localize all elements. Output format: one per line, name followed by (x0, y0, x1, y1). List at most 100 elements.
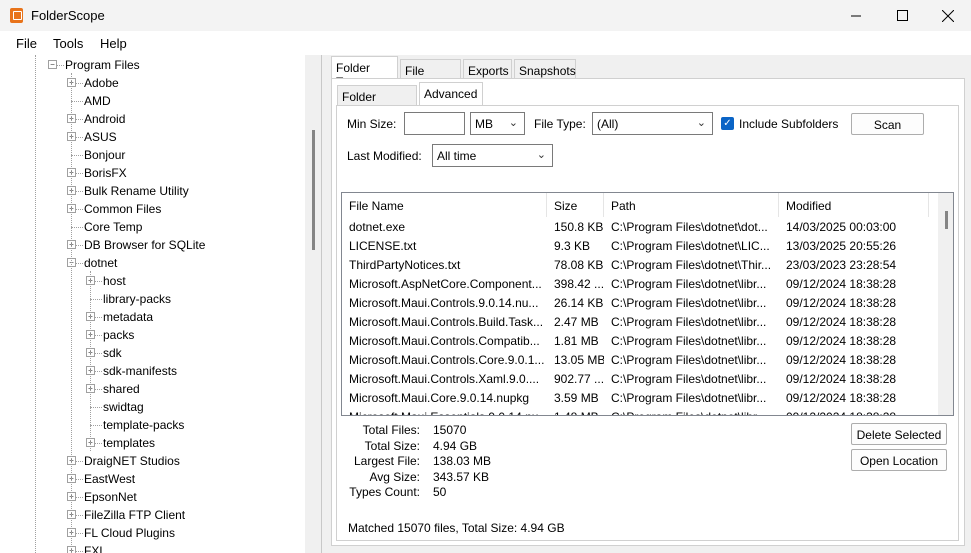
chevron-down-icon: ⌄ (536, 149, 546, 161)
tree-node-label: AMD (84, 94, 111, 108)
include-subfolders-label[interactable]: Include Subfolders (739, 117, 838, 131)
table-row[interactable]: Microsoft.Maui.Controls.Xaml.9.0.... 902.… (342, 370, 937, 389)
close-button[interactable] (925, 0, 971, 31)
folder-tree[interactable]: − Program Files + Adobe AMD + Android + ASUS Bonj… (0, 55, 322, 553)
table-row[interactable]: Microsoft.Maui.Controls.Build.Task... 2.4… (342, 313, 937, 332)
tree-node-label: Core Temp (84, 220, 143, 234)
stat-label: Avg Size: (369, 469, 420, 484)
tree-node[interactable]: + host (0, 272, 305, 290)
tree-node[interactable]: + FXL (0, 542, 305, 553)
table-row[interactable]: ThirdPartyNotices.txt 78.08 KB C:\Program … (342, 256, 937, 275)
tree-node[interactable]: + Bulk Rename Utility (0, 182, 305, 200)
tree-node-label: packs (103, 328, 135, 342)
file-type-select[interactable]: (All) ⌄ (592, 112, 713, 135)
tree-node-label: ASUS (84, 130, 117, 144)
chevron-down-icon: ⌄ (508, 117, 518, 129)
open-location-button[interactable]: Open Location (851, 449, 947, 471)
tree-node[interactable]: Bonjour (0, 146, 305, 164)
file-type-value: (All) (597, 117, 619, 131)
tree-node-label: BorisFX (84, 166, 127, 180)
cell-size: 1.48 MB (547, 410, 604, 415)
tree-node[interactable]: + DB Browser for SQLite (0, 236, 305, 254)
table-row[interactable]: Microsoft.Maui.Core.9.0.14.nupkg 3.59 MB C… (342, 389, 937, 408)
tree-node[interactable]: − dotnet (0, 254, 305, 272)
collapse-icon[interactable]: − (48, 60, 57, 69)
tab-folder-tree[interactable]: Folder Tree (331, 56, 398, 89)
tree-node[interactable]: − Program Files (0, 56, 305, 74)
last-modified-value: All time (437, 149, 477, 163)
column-header-file-name[interactable]: File Name (342, 193, 547, 217)
stat-label: Total Files: (362, 423, 420, 437)
tree-node-label: library-packs (103, 292, 172, 306)
stat-value: 138.03 MB (433, 454, 492, 468)
tree-scroll-thumb[interactable] (312, 130, 315, 250)
table-row[interactable]: Microsoft.Maui.Controls.Compatib... 1.81 … (342, 332, 937, 351)
tree-node[interactable]: + packs (0, 326, 305, 344)
min-size-input[interactable] (404, 112, 465, 135)
menu-file[interactable]: File (16, 36, 37, 51)
tree-node[interactable]: + DraigNET Studios (0, 452, 305, 470)
stat-value: 50 (433, 485, 447, 499)
grid-scroll-thumb[interactable] (945, 211, 948, 229)
chevron-down-icon: ⌄ (696, 117, 706, 129)
tree-node-label: Bonjour (84, 148, 126, 162)
tree-connector (90, 425, 102, 426)
tab-folder-details[interactable]: Folder Details (337, 85, 417, 118)
tree-node[interactable]: + Android (0, 110, 305, 128)
stat-label: Types Count: (349, 485, 420, 499)
tree-node[interactable]: AMD (0, 92, 305, 110)
tree-node[interactable]: + EastWest (0, 470, 305, 488)
table-row[interactable]: Microsoft.Maui.Controls.Core.9.0.1... 13.… (342, 351, 937, 370)
tree-node[interactable]: + BorisFX (0, 164, 305, 182)
stat-label: Largest File: (353, 454, 420, 468)
menu-bar: File Tools Help (0, 31, 971, 55)
tree-node[interactable]: + sdk (0, 344, 305, 362)
menu-help[interactable]: Help (100, 36, 127, 51)
tree-node[interactable]: + Adobe (0, 74, 305, 92)
tree-node[interactable]: + FileZilla FTP Client (0, 506, 305, 524)
minimize-button[interactable] (833, 0, 879, 31)
file-grid[interactable]: File Name Size Path Modified dotnet.exe 1… (341, 192, 954, 416)
tree-node[interactable]: library-packs (0, 290, 305, 308)
tree-node[interactable]: + metadata (0, 308, 305, 326)
stat-value: 4.94 GB (433, 438, 478, 453)
delete-selected-button[interactable]: Delete Selected (851, 423, 947, 445)
tree-node-label: EastWest (84, 472, 136, 486)
table-row[interactable]: Microsoft.Maui.Controls.9.0.14.nu... 26.1… (342, 294, 937, 313)
title-bar: FolderScope (0, 0, 971, 31)
tree-node-label: FL Cloud Plugins (84, 526, 175, 540)
tree-node-label: sdk (103, 346, 122, 360)
table-row[interactable]: Microsoft.AspNetCore.Component... 398.42 … (342, 275, 937, 294)
tree-node[interactable]: + FL Cloud Plugins (0, 524, 305, 542)
tree-node[interactable]: swidtag (0, 398, 305, 416)
maximize-button[interactable] (879, 0, 925, 31)
tree-node[interactable]: + Common Files (0, 200, 305, 218)
size-unit-value: MB (475, 117, 493, 131)
size-unit-select[interactable]: MB ⌄ (470, 112, 525, 135)
tree-node[interactable]: Core Temp (0, 218, 305, 236)
tree-node[interactable]: + ASUS (0, 128, 305, 146)
scan-button[interactable]: Scan (851, 113, 924, 135)
column-header-path[interactable]: Path (604, 193, 779, 217)
tree-node[interactable]: template-packs (0, 416, 305, 434)
tree-node[interactable]: + EpsonNet (0, 488, 305, 506)
tree-connector (71, 101, 83, 102)
table-row[interactable]: Microsoft.Maui.Essentials.9.0.14.nu...1.… (342, 408, 937, 415)
tree-node-label: template-packs (103, 418, 185, 432)
app-icon (10, 8, 23, 23)
window-title: FolderScope (31, 8, 105, 23)
tree-node-label: metadata (103, 310, 154, 324)
last-modified-select[interactable]: All time ⌄ (432, 144, 553, 167)
min-size-label: Min Size: (347, 117, 397, 131)
stat-value: 15070 (433, 423, 467, 437)
table-row[interactable]: LICENSE.txt 9.3 KB C:\Program Files\dotnet… (342, 237, 937, 256)
include-subfolders-checkbox[interactable]: ✓ (721, 117, 734, 130)
column-header-modified[interactable]: Modified (779, 193, 929, 217)
menu-tools[interactable]: Tools (53, 36, 83, 51)
tree-node[interactable]: + sdk-manifests (0, 362, 305, 380)
tab-advanced[interactable]: Advanced (419, 82, 483, 106)
tree-node[interactable]: + templates (0, 434, 305, 452)
table-row[interactable]: dotnet.exe 150.8 KB C:\Program Files\dotne… (342, 218, 937, 237)
column-header-size[interactable]: Size (547, 193, 604, 217)
tree-node[interactable]: + shared (0, 380, 305, 398)
